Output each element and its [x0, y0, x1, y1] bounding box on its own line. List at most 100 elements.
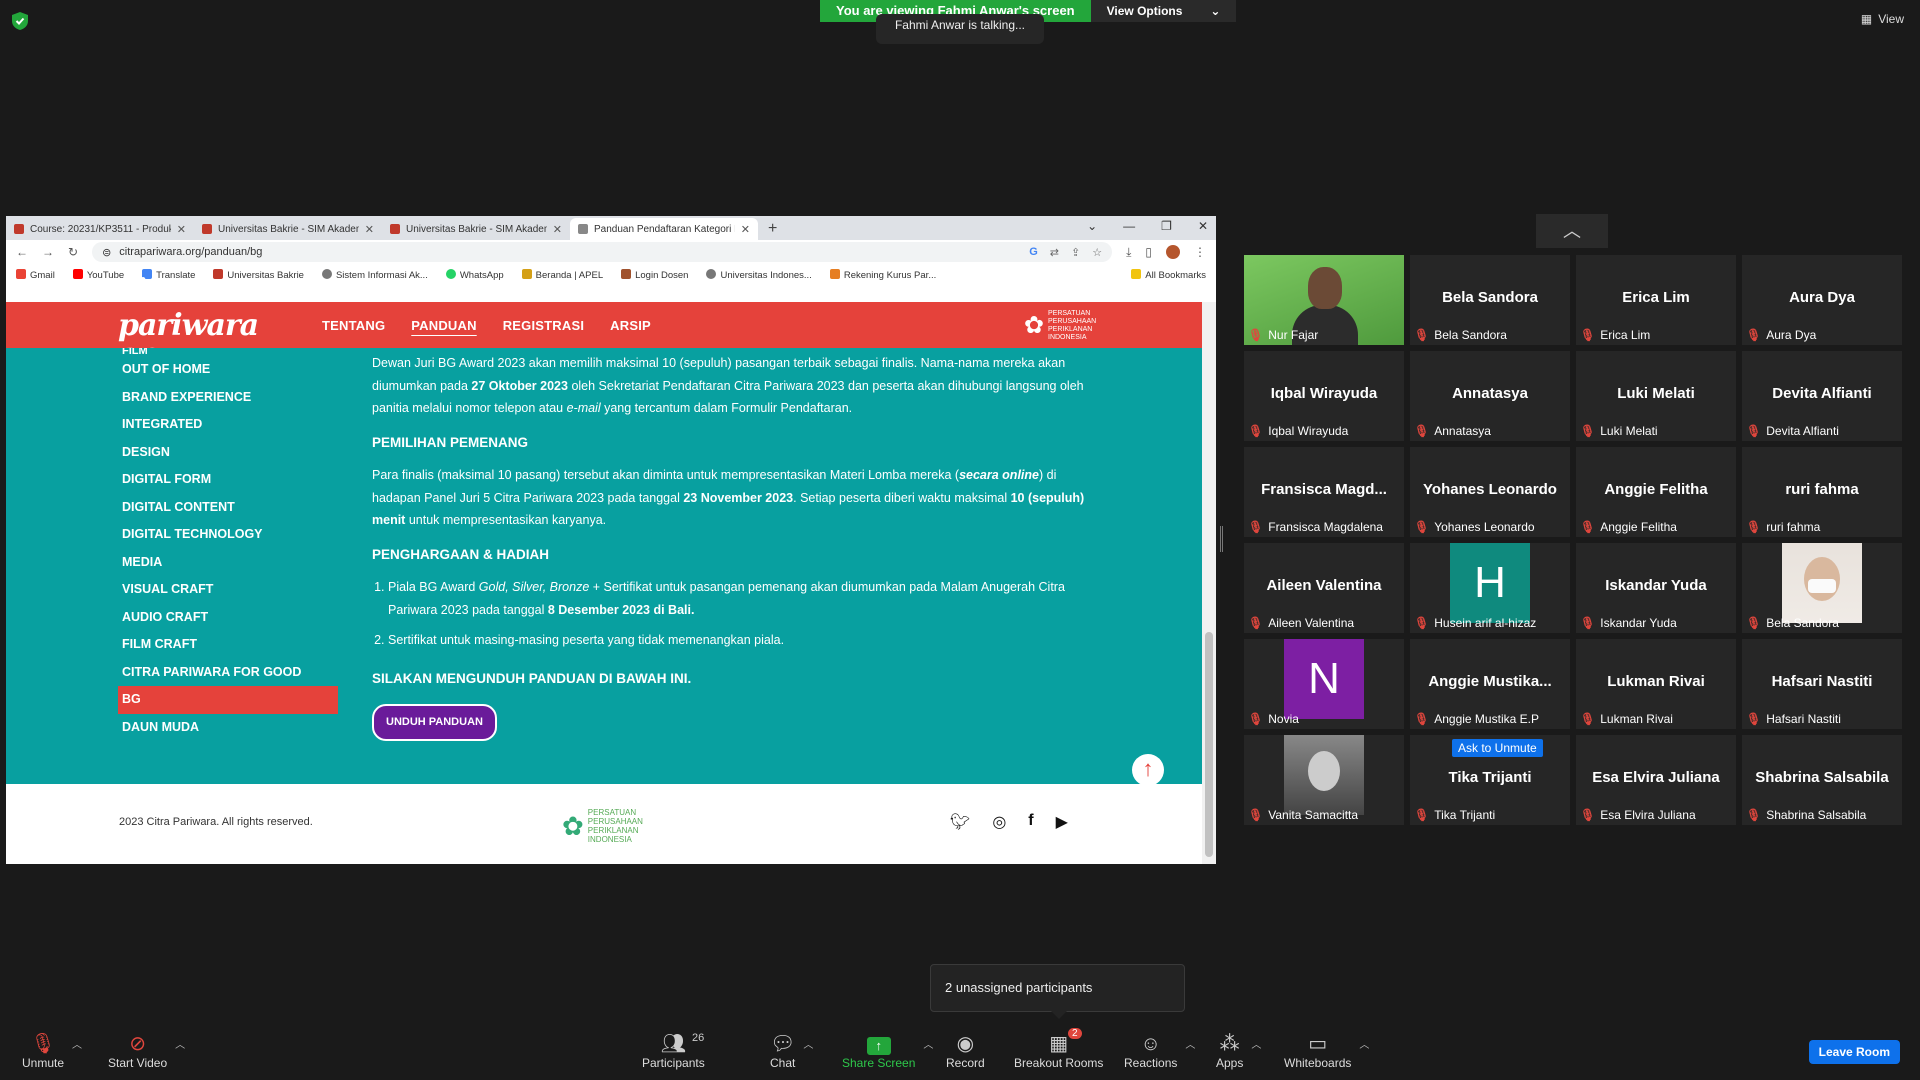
maximize-icon[interactable]: ❐	[1161, 219, 1172, 233]
bookmark-item[interactable]: WhatsApp	[445, 269, 504, 281]
minimize-icon[interactable]: —	[1123, 219, 1135, 233]
share-screen-button[interactable]: ↑ Share Screen ︿	[842, 1032, 933, 1070]
nav-arsip[interactable]: ARSIP	[610, 318, 651, 333]
scrollbar-thumb[interactable]	[1205, 632, 1213, 857]
collapse-gallery-chevron-up-icon[interactable]: ︿	[1536, 214, 1608, 248]
participant-tile[interactable]: Devita Alfianti 🎙︎ Devita Alfianti	[1742, 351, 1902, 441]
download-icon[interactable]: ⤓	[1126, 245, 1131, 260]
all-bookmarks[interactable]: All Bookmarks	[1131, 269, 1206, 281]
sidebar-item[interactable]: MEDIA	[118, 549, 338, 577]
url-field[interactable]: ⊜ citrapariwara.org/panduan/bg G ⇄ ⇪ ☆	[92, 242, 1113, 262]
participant-tile[interactable]: Erica Lim 🎙︎ Erica Lim	[1576, 255, 1736, 345]
chevron-up-icon[interactable]: ︿	[803, 1036, 813, 1051]
sidebar-item[interactable]: DIGITAL CONTENT	[118, 494, 338, 522]
close-window-icon[interactable]: ✕	[1198, 219, 1208, 233]
whiteboards-button[interactable]: ▭ Whiteboards ︿	[1284, 1032, 1369, 1070]
sidebar-item-bg-active[interactable]: BG	[118, 686, 338, 714]
sidebar-item[interactable]: VISUAL CRAFT	[118, 576, 338, 604]
close-tab-icon[interactable]: ✕	[741, 223, 750, 236]
participant-tile[interactable]: Luki Melati 🎙︎ Luki Melati	[1576, 351, 1736, 441]
view-button[interactable]: ▦ View	[1861, 12, 1904, 26]
instagram-icon[interactable]: ◎	[992, 812, 1006, 832]
participant-tile[interactable]: ruri fahma 🎙︎ ruri fahma	[1742, 447, 1902, 537]
sidebar-item[interactable]: INTEGRATED	[118, 411, 338, 439]
participant-tile[interactable]: Fransisca Magd... 🎙︎ Fransisca Magdalena	[1244, 447, 1404, 537]
participant-tile[interactable]: Shabrina Salsabila 🎙︎ Shabrina Salsabila	[1742, 735, 1902, 825]
bookmark-item[interactable]: Beranda | APEL	[521, 269, 603, 281]
participant-tile[interactable]: Anggie Felitha 🎙︎ Anggie Felitha	[1576, 447, 1736, 537]
unmute-button[interactable]: 🎙︎ Unmute ︿	[22, 1032, 82, 1070]
sidebar-item[interactable]: OUT OF HOME	[118, 356, 338, 384]
browser-tab[interactable]: Universitas Bakrie - SIM Akadem ✕	[194, 218, 382, 240]
participant-tile[interactable]: Anggie Mustika... 🎙︎ Anggie Mustika E.P	[1410, 639, 1570, 729]
security-shield-icon[interactable]	[12, 12, 28, 30]
participant-tile[interactable]: Iskandar Yuda 🎙︎ Iskandar Yuda	[1576, 543, 1736, 633]
bookmark-item[interactable]: Universitas Indones...	[706, 269, 812, 281]
bookmark-item[interactable]: Login Dosen	[621, 269, 688, 281]
chat-button[interactable]: 💬︎ Chat ︿	[770, 1032, 813, 1070]
close-tab-icon[interactable]: ✕	[177, 223, 186, 236]
sidebar-item[interactable]: FILM CRAFT	[118, 631, 338, 659]
participant-tile[interactable]: Aileen Valentina 🎙︎ Aileen Valentina	[1244, 543, 1404, 633]
participant-tile[interactable]: Annatasya 🎙︎ Annatasya	[1410, 351, 1570, 441]
reactions-button[interactable]: ☺ Reactions ︿	[1124, 1032, 1195, 1070]
back-to-top-icon[interactable]: ↑	[1132, 754, 1164, 786]
participant-tile[interactable]: Esa Elvira Juliana 🎙︎ Esa Elvira Juliana	[1576, 735, 1736, 825]
site-info-icon[interactable]: ⊜	[102, 246, 111, 259]
participant-tile[interactable]: Bela Sandora 🎙︎ Bela Sandora	[1410, 255, 1570, 345]
bookmark-item[interactable]: Sistem Informasi Ak...	[321, 269, 428, 281]
sidebar-item[interactable]: CITRA PARIWARA FOR GOOD	[118, 659, 338, 687]
participant-tile[interactable]: Lukman Rivai 🎙︎ Lukman Rivai	[1576, 639, 1736, 729]
ask-to-unmute-button[interactable]: Ask to Unmute	[1452, 739, 1543, 757]
chevron-up-icon[interactable]: ︿	[1359, 1036, 1369, 1051]
bookmark-star-icon[interactable]: ☆	[1092, 246, 1102, 259]
back-icon[interactable]: ←	[16, 245, 28, 259]
forward-icon[interactable]: →	[42, 245, 54, 259]
breakout-rooms-button[interactable]: ▦ 2 Breakout Rooms	[1014, 1028, 1103, 1070]
participant-tile[interactable]: Yohanes Leonardo 🎙︎ Yohanes Leonardo	[1410, 447, 1570, 537]
sidebar-item-film[interactable]: FILM	[118, 348, 338, 356]
browser-menu-icon[interactable]: ⋮	[1194, 245, 1206, 259]
sidebar-item[interactable]: DIGITAL FORM	[118, 466, 338, 494]
chevron-up-icon[interactable]: ︿	[923, 1036, 933, 1051]
nav-panduan[interactable]: PANDUAN	[411, 318, 476, 333]
download-guide-button[interactable]: UNDUH PANDUAN	[372, 704, 497, 741]
reload-icon[interactable]: ↻	[68, 245, 78, 259]
participant-tile[interactable]: 🎙︎ Nur Fajar	[1244, 255, 1404, 345]
chevron-up-icon[interactable]: ︿	[72, 1036, 82, 1051]
leave-room-button[interactable]: Leave Room	[1808, 1040, 1900, 1064]
sidebar-item[interactable]: DIGITAL TECHNOLOGY	[118, 521, 338, 549]
translate-icon[interactable]: ⇄	[1050, 246, 1059, 259]
close-tab-icon[interactable]: ✕	[553, 223, 562, 236]
record-button[interactable]: ◉ Record	[946, 1032, 985, 1070]
participant-tile[interactable]: Hafsari Nastiti 🎙︎ Hafsari Nastiti	[1742, 639, 1902, 729]
bookmark-item[interactable]: Rekening Kurus Par...	[829, 269, 936, 281]
facebook-icon[interactable]: f	[1028, 812, 1033, 832]
bookmark-item[interactable]: Gmail	[16, 269, 55, 281]
page-scrollbar[interactable]	[1202, 302, 1216, 864]
browser-tab[interactable]: Universitas Bakrie - SIM Akadem ✕	[382, 218, 570, 240]
bookmark-item[interactable]: YouTube	[72, 269, 124, 281]
browser-tab[interactable]: Course: 20231/KP3511 - Produk ✕	[6, 218, 194, 240]
participant-tile[interactable]: Iqbal Wirayuda 🎙︎ Iqbal Wirayuda	[1244, 351, 1404, 441]
nav-registrasi[interactable]: REGISTRASI	[503, 318, 584, 333]
participant-tile[interactable]: H 🎙︎ Husein arif al-hizaz	[1410, 543, 1570, 633]
new-tab-icon[interactable]: +	[758, 220, 787, 240]
start-video-button[interactable]: ⊘ Start Video ︿	[108, 1032, 185, 1070]
pppi-logo[interactable]: ✿ PERSATUAN PERUSAHAAN PERIKLANAN INDONES…	[1024, 310, 1096, 342]
participant-tile[interactable]: Tika Trijanti Ask to Unmute 🎙︎ Tika Trijant…	[1410, 735, 1570, 825]
nav-tentang[interactable]: TENTANG	[322, 318, 385, 333]
unassigned-participants-popup[interactable]: 2 unassigned participants	[930, 964, 1185, 1019]
sidebar-item[interactable]: DESIGN	[118, 439, 338, 467]
panel-splitter[interactable]	[1220, 526, 1223, 552]
sidebar-item[interactable]: AUDIO CRAFT	[118, 604, 338, 632]
chevron-up-icon[interactable]: ︿	[1185, 1036, 1195, 1051]
chevron-up-icon[interactable]: ︿	[175, 1036, 185, 1051]
participant-tile[interactable]: Aura Dya 🎙︎ Aura Dya	[1742, 255, 1902, 345]
participant-tile[interactable]: 🎙︎ Vanita Samacitta	[1244, 735, 1404, 825]
google-icon[interactable]: G	[1029, 246, 1038, 259]
tab-search-icon[interactable]: ⌄	[1087, 219, 1097, 233]
chevron-up-icon[interactable]: ︿	[1251, 1036, 1261, 1051]
twitter-icon[interactable]: 🐦︎	[950, 812, 970, 832]
apps-button[interactable]: ⁂ Apps ︿	[1216, 1032, 1261, 1070]
